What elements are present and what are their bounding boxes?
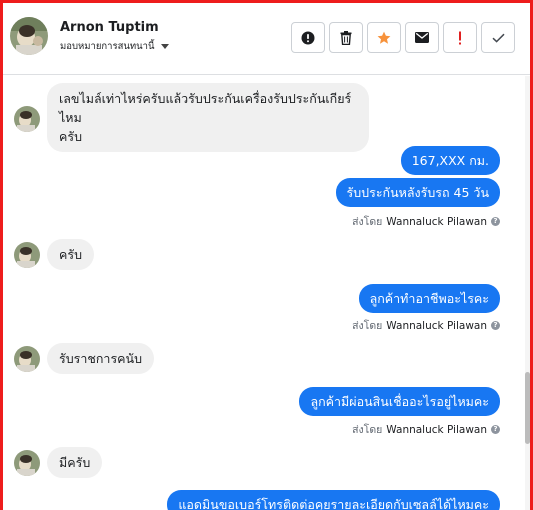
mark-unread-button[interactable] <box>405 22 439 53</box>
incoming-message[interactable]: เลขไมล์เท่าไหร่ครับแล้วรับประกันเครื่องร… <box>47 83 369 152</box>
outgoing-message[interactable]: 167,XXX กม. <box>400 146 500 175</box>
assign-conversation-dropdown[interactable]: มอบหมายการสนทนานี้ <box>60 39 169 54</box>
alert-circle-icon <box>301 31 315 44</box>
message-text: ครับ <box>59 129 83 144</box>
conversation-toolbar <box>291 22 515 53</box>
delete-button[interactable] <box>329 22 363 53</box>
message-text: รับราชการคนับ <box>59 351 143 366</box>
contact-avatar-small[interactable] <box>14 450 40 476</box>
sent-by-prefix: ส่งโดย <box>352 216 383 228</box>
message-text: ลูกค้ามีผ่อนสินเชื่ออะไรอยู่ไหมคะ <box>310 394 489 409</box>
contact-avatar[interactable] <box>10 17 48 55</box>
message-text: มีครับ <box>59 455 91 470</box>
star-button[interactable] <box>367 22 401 53</box>
message-text: เลขไมล์เท่าไหร่ครับแล้วรับประกันเครื่องร… <box>59 91 352 125</box>
sender-name: Wannaluck Pilawan <box>386 215 487 228</box>
sent-by-label: ส่งโดย Wannaluck Pilawan ? <box>352 421 500 438</box>
outgoing-message[interactable]: แอดมินขอเบอร์โทรติดต่อคุยรายละเอียดกับเซ… <box>167 490 500 510</box>
help-icon[interactable]: ? <box>491 321 500 330</box>
exclamation-icon <box>459 31 461 44</box>
sender-name: Wannaluck Pilawan <box>386 319 487 332</box>
message-text: ครับ <box>59 247 83 262</box>
help-icon[interactable]: ? <box>491 425 500 434</box>
assign-label: มอบหมายการสนทนานี้ <box>60 41 155 52</box>
conversation-header: Arnon Tuptim มอบหมายการสนทนานี้ <box>3 3 530 75</box>
contact-name[interactable]: Arnon Tuptim <box>60 20 159 35</box>
contact-avatar-small[interactable] <box>14 106 40 132</box>
conversation-panel: Arnon Tuptim มอบหมายการสนทนานี้ เลขไมล์เ… <box>0 0 533 510</box>
chevron-down-icon <box>160 44 169 49</box>
contact-avatar-small[interactable] <box>14 242 40 268</box>
incoming-message[interactable]: มีครับ <box>47 447 103 478</box>
message-text: แอดมินขอเบอร์โทรติดต่อคุยรายละเอียดกับเซ… <box>178 497 489 510</box>
help-icon[interactable]: ? <box>491 217 500 226</box>
message-scrollbar[interactable] <box>525 76 530 510</box>
message-text: ลูกค้าทำอาชีพอะไรคะ <box>369 291 489 306</box>
sent-by-label: ส่งโดย Wannaluck Pilawan ? <box>352 317 500 334</box>
sent-by-label: ส่งโดย Wannaluck Pilawan ? <box>352 213 500 230</box>
envelope-icon <box>415 32 429 43</box>
follow-up-button[interactable] <box>443 22 477 53</box>
outgoing-message[interactable]: รับประกันหลังรับรถ 45 วัน <box>335 178 500 207</box>
scrollbar-thumb[interactable] <box>525 372 530 444</box>
outgoing-message[interactable]: ลูกค้าทำอาชีพอะไรคะ <box>358 284 500 313</box>
mark-done-button[interactable] <box>481 22 515 53</box>
checkmark-icon <box>491 33 505 43</box>
incoming-message[interactable]: รับราชการคนับ <box>47 343 155 374</box>
mark-spam-button[interactable] <box>291 22 325 53</box>
message-text: 167,XXX กม. <box>411 153 489 168</box>
outgoing-message[interactable]: ลูกค้ามีผ่อนสินเชื่ออะไรอยู่ไหมคะ <box>299 387 500 416</box>
incoming-message[interactable]: ครับ <box>47 239 95 270</box>
sender-name: Wannaluck Pilawan <box>386 423 487 436</box>
sent-by-prefix: ส่งโดย <box>352 424 383 436</box>
message-text: รับประกันหลังรับรถ 45 วัน <box>346 185 489 200</box>
contact-avatar-small[interactable] <box>14 346 40 372</box>
trash-icon <box>340 30 352 45</box>
sent-by-prefix: ส่งโดย <box>352 320 383 332</box>
star-icon <box>377 31 391 44</box>
